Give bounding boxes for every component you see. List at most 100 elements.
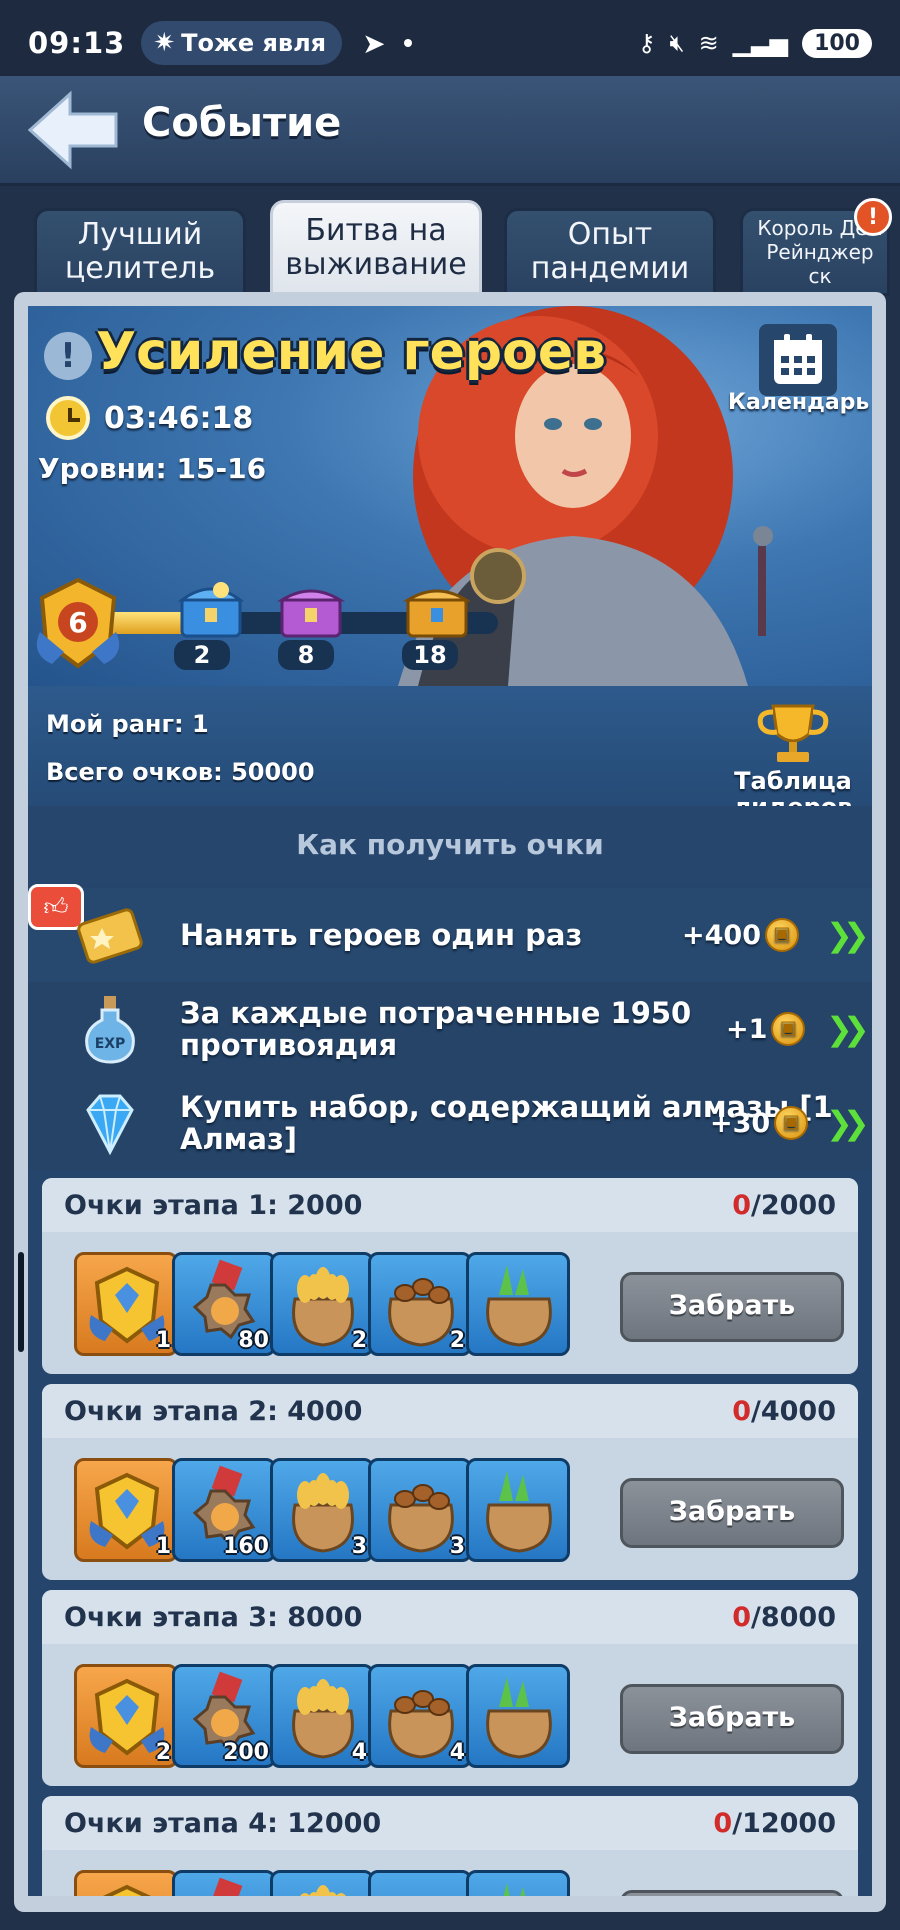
stage-progress: 0/8000 [732, 1602, 836, 1633]
stage-progress-target: /2000 [750, 1190, 836, 1221]
telegram-icon: ➤ [362, 26, 386, 60]
wheat-sack-icon [300, 1885, 346, 1896]
reward-medal-item[interactable]: 160 [172, 1458, 276, 1562]
item-quantity: 200 [223, 1740, 269, 1765]
claim-button[interactable]: Забрать [620, 1684, 844, 1754]
task-points-value: +1 [726, 1013, 768, 1045]
scrollbar[interactable] [18, 1252, 24, 1352]
stage-progress-target: /12000 [732, 1808, 836, 1839]
badge-icon [102, 1884, 152, 1896]
reward-medal-item[interactable]: 200 [172, 1664, 276, 1768]
reward-badge-item[interactable]: 1 [74, 1458, 178, 1562]
task-points-value: +30 [710, 1107, 771, 1139]
stage-progress-target: /4000 [750, 1396, 836, 1427]
reward-badge-item[interactable] [74, 1870, 178, 1896]
herb-sack-icon [503, 1883, 526, 1896]
reward-medal-item[interactable] [172, 1870, 276, 1896]
stage-header: Очки этапа 4: 12000 0/12000 [42, 1796, 858, 1850]
trophy-icon [757, 704, 829, 762]
reward-medal-item[interactable]: 80 [172, 1252, 276, 1356]
reward-wood-item[interactable]: 4 [368, 1664, 472, 1768]
tab-alert-badge: ! [854, 198, 892, 236]
stage-progress-current: 0 [732, 1396, 751, 1427]
status-icons: ⚷ 🔇︎ ≋ ▁▃▅ 100 [637, 28, 872, 58]
top-bar: Событие [0, 76, 900, 186]
my-rank: Мой ранг: 1 [46, 710, 209, 738]
leaderboard-button[interactable]: Таблица лидеров [718, 702, 868, 820]
key-icon: ⚷ [637, 29, 656, 57]
task-points: +1 ▣ [726, 1012, 806, 1046]
reward-herb-item[interactable] [466, 1870, 570, 1896]
item-quantity: 160 [223, 1534, 269, 1559]
calendar-button[interactable]: Календарь [728, 324, 869, 415]
stage-header: Очки этапа 3: 8000 0/8000 [42, 1590, 858, 1644]
notification-pill[interactable]: ✷ Тоже явля [141, 21, 343, 65]
reward-wheat-item[interactable]: 3 [270, 1458, 374, 1562]
back-button[interactable] [26, 90, 122, 170]
claim-button[interactable]: Забрать [620, 1272, 844, 1342]
chest-purple-icon[interactable] [276, 578, 346, 640]
signal-icon: ▁▃▅ [732, 29, 789, 57]
task-points: +400 ▣ [682, 918, 799, 952]
reward-herb-item[interactable] [466, 1252, 570, 1356]
reward-items [74, 1870, 594, 1896]
task-row[interactable]: Купить набор, содержащий алмазы [1 Алмаз… [28, 1076, 872, 1170]
tab-survival-battle[interactable]: Битва на выживание [270, 200, 482, 296]
stage-progress: 0/12000 [713, 1808, 836, 1839]
diamond-icon [86, 1094, 134, 1156]
claim-button[interactable]: Забрать [620, 1890, 844, 1896]
item-quantity: 1 [155, 1534, 171, 1559]
event-panel: ! Усиление героев 03:46:18 Уровни: 15-16 [14, 292, 886, 1912]
wood-sack-icon [371, 1873, 471, 1896]
task-row[interactable]: 👍︎ Нанять героев один раз +400 ▣ ❯❯ [28, 884, 872, 982]
battery-indicator: 100 [802, 28, 872, 58]
potion-icon: EXP [85, 996, 135, 1064]
calendar-icon [759, 324, 837, 396]
stage-header: Очки этапа 2: 4000 0/4000 [42, 1384, 858, 1438]
chest-blue-icon[interactable] [176, 578, 246, 640]
chest-gold-icon[interactable] [402, 578, 472, 640]
stage-header: Очки этапа 1: 2000 0/2000 [42, 1178, 858, 1232]
reward-badge-item[interactable]: 1 [74, 1252, 178, 1356]
reward-herb-item[interactable] [466, 1458, 570, 1562]
go-chevron-icon[interactable]: ❯❯ [826, 1010, 870, 1048]
stage-title: Очки этапа 1: 2000 [64, 1190, 363, 1221]
item-quantity: 2 [351, 1328, 367, 1353]
herb-sack-icon [486, 1471, 552, 1553]
stage-card: Очки этапа 1: 2000 0/2000 1 80 2 2 Забра… [42, 1178, 858, 1374]
milestone-progress: 6 2 8 18 [28, 576, 498, 676]
mute-icon: 🔇︎ [669, 29, 685, 57]
task-points: +30 ▣ [710, 1106, 809, 1140]
go-chevron-icon[interactable]: ❯❯ [826, 1104, 870, 1142]
event-title: Усиление героев [96, 322, 606, 382]
tab-bar: Лучший целитель Битва на выживание Опыт … [0, 200, 900, 296]
reward-wheat-item[interactable]: 2 [270, 1252, 374, 1356]
item-quantity: 4 [351, 1740, 367, 1765]
clock-icon [46, 396, 90, 440]
task-text: Нанять героев один раз [180, 918, 583, 952]
herb-sack-icon [486, 1677, 552, 1759]
go-chevron-icon[interactable]: ❯❯ [826, 916, 870, 954]
item-quantity: 1 [155, 1328, 171, 1353]
tab-best-healer[interactable]: Лучший целитель [34, 208, 246, 296]
tab-pandemic-experience[interactable]: Опыт пандемии [504, 208, 716, 296]
reward-wood-item[interactable] [368, 1870, 472, 1896]
reward-wheat-item[interactable] [270, 1870, 374, 1896]
reward-herb-item[interactable] [466, 1664, 570, 1768]
reward-badge-item[interactable]: 2 [74, 1664, 178, 1768]
task-row[interactable]: EXP За каждые потраченные 1950 противояд… [28, 982, 872, 1076]
info-icon[interactable]: ! [44, 332, 92, 380]
item-quantity: 2 [155, 1740, 171, 1765]
chest-threshold: 8 [278, 640, 334, 670]
reward-wood-item[interactable]: 3 [368, 1458, 472, 1562]
event-content: ! Усиление героев 03:46:18 Уровни: 15-16 [28, 306, 872, 1896]
event-timer: 03:46:18 [46, 396, 253, 440]
reward-wheat-item[interactable]: 4 [270, 1664, 374, 1768]
status-time: 09:13 [28, 26, 126, 60]
coin-icon: ▣ [774, 1106, 809, 1140]
reward-wood-item[interactable]: 2 [368, 1252, 472, 1356]
stage-title: Очки этапа 2: 4000 [64, 1396, 363, 1427]
stage-progress-current: 0 [732, 1190, 751, 1221]
claim-button[interactable]: Забрать [620, 1478, 844, 1548]
medal-icon [211, 1877, 243, 1896]
